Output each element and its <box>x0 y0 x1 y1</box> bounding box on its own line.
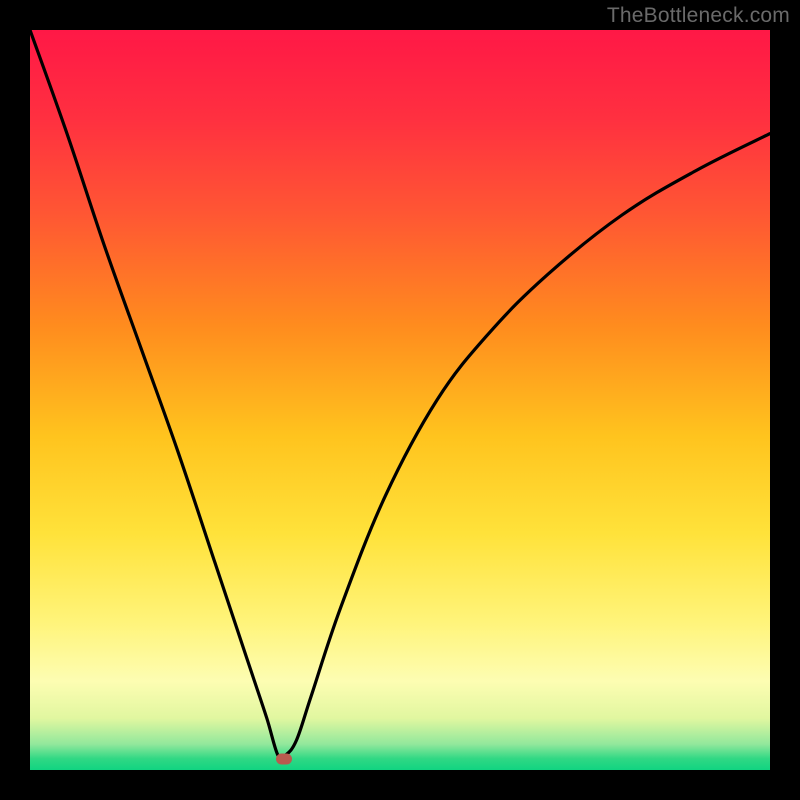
watermark-text: TheBottleneck.com <box>607 4 790 28</box>
bottleneck-curve <box>30 30 770 770</box>
optimal-point-marker <box>276 753 292 764</box>
chart-frame: TheBottleneck.com <box>0 0 800 800</box>
plot-area <box>30 30 770 770</box>
